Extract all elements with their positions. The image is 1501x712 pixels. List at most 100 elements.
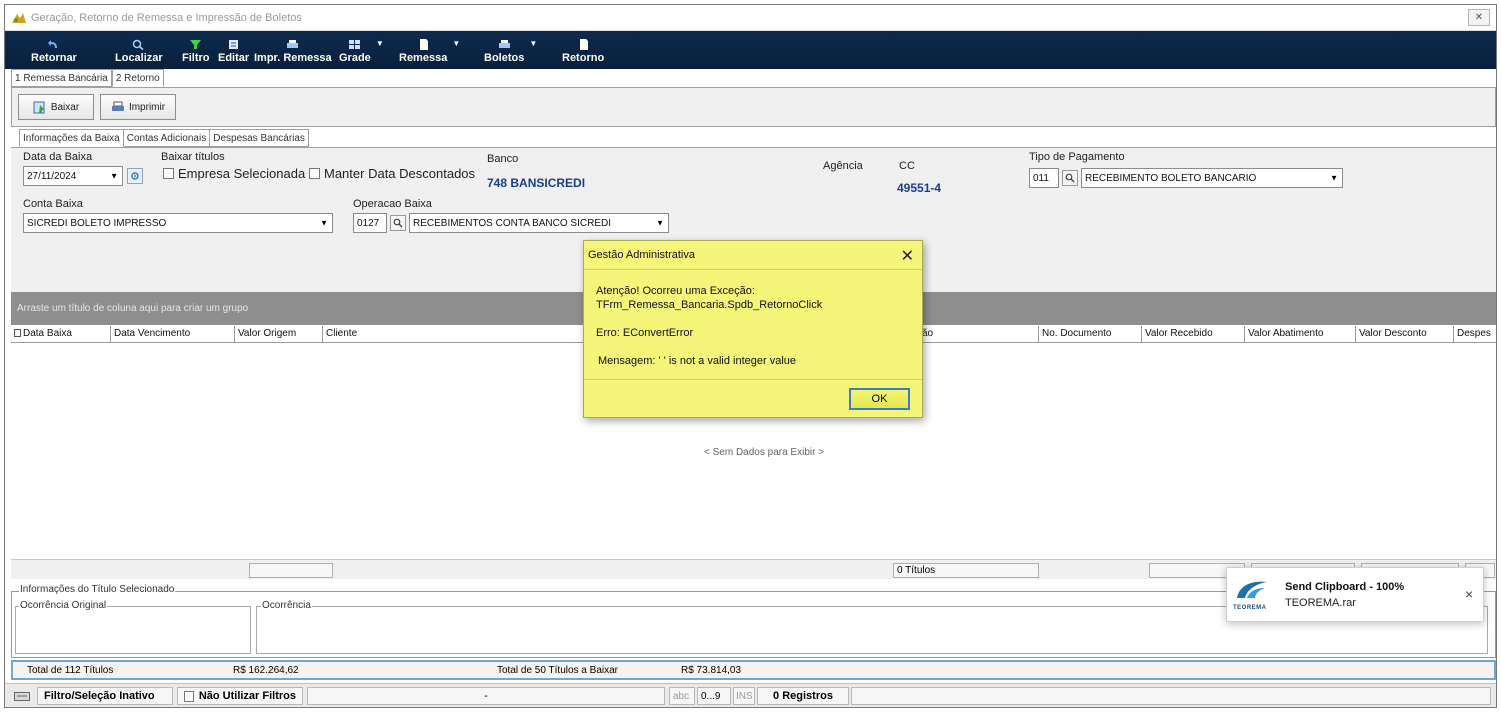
toast-title: Send Clipboard - 100% [1285, 581, 1405, 593]
registros-count: 0 Registros [757, 687, 849, 705]
document-icon [419, 39, 428, 50]
ocorrencia-original-box[interactable] [15, 606, 251, 654]
toast-close-button[interactable]: × [1465, 586, 1473, 602]
titulo-info-title: Informações do Título Selecionado [19, 584, 176, 595]
column-no-documento[interactable]: No. Documento [1039, 326, 1142, 343]
nao-utilizar-filtros-checkbox[interactable] [184, 690, 194, 702]
window-close-button[interactable]: ✕ [1468, 9, 1490, 26]
column-valor-abatimento[interactable]: Valor Abatimento [1245, 326, 1356, 343]
conta-baixa-label: Conta Baixa [23, 198, 83, 210]
ins-indicator: INS [733, 687, 755, 705]
search-icon [393, 218, 403, 228]
tab-remessa-bancaria[interactable]: 1 Remessa Bancária [11, 69, 112, 87]
printer-icon [498, 40, 510, 48]
ok-button[interactable]: OK [849, 388, 910, 410]
operacao-code-field[interactable]: 0127 [353, 213, 387, 233]
grade-dropdown-arrow-icon[interactable]: ▼ [376, 39, 384, 48]
chevron-down-icon[interactable]: ▼ [1330, 174, 1338, 183]
tab-informacoes-baixa[interactable]: Informações da Baixa [19, 129, 124, 147]
return-arrow-icon [48, 40, 58, 48]
search-icon [1065, 173, 1075, 183]
clipboard-notification[interactable]: TEOREMA Send Clipboard - 100% TEOREMA.ra… [1226, 567, 1484, 622]
main-tabs: 1 Remessa Bancária 2 Retorno [11, 69, 164, 88]
operacao-baixa-label: Operacao Baixa [353, 198, 432, 210]
divider [584, 379, 922, 380]
empresa-selecionada-checkbox[interactable] [163, 168, 174, 179]
status-info: - [307, 687, 665, 705]
dialog-close-button[interactable]: ✕ [901, 246, 914, 266]
teorema-logo-text: TEOREMA [1233, 605, 1267, 611]
baixar-button[interactable]: Baixar [18, 94, 94, 120]
column-chooser-icon[interactable] [14, 329, 21, 338]
divider [584, 269, 922, 270]
imprimir-button[interactable]: Imprimir [100, 94, 176, 120]
totals-bar: Total de 112 Títulos R$ 162.264,62 Total… [11, 660, 1496, 680]
total-titulos-value: R$ 162.264,62 [233, 665, 299, 676]
operacao-search-button[interactable] [390, 215, 406, 231]
banco-label: Banco [487, 153, 519, 165]
app-icon [12, 12, 26, 23]
toolbar-retorno-button[interactable]: Retorno [562, 33, 604, 67]
manter-data-checkbox[interactable] [309, 168, 320, 179]
printer-icon [111, 101, 124, 111]
keyboard-icon [11, 689, 33, 704]
teorema-logo-icon [1237, 581, 1267, 598]
digits-indicator: 0...9 [697, 687, 731, 705]
total-baixar-value: R$ 73.814,03 [681, 665, 742, 676]
data-baixa-label: Data da Baixa [23, 151, 93, 163]
manter-data-option[interactable]: Manter Data Descontados [309, 166, 475, 181]
tipo-pagamento-label: Tipo de Pagamento [1029, 151, 1125, 163]
sub-tabs: Informações da Baixa Contas Adicionais D… [19, 129, 309, 148]
nao-utilizar-filtros-option[interactable]: Não Utilizar Filtros [177, 687, 303, 705]
search-icon [133, 39, 144, 50]
footer-count: 0 Títulos [893, 563, 1039, 578]
column-data-vencimento[interactable]: Data Vencimento [111, 326, 235, 343]
toolbar-grade-button[interactable]: Grade ▼ [339, 33, 384, 67]
tipo-pagamento-code-field[interactable]: 011 [1029, 168, 1059, 188]
boletos-dropdown-arrow-icon[interactable]: ▼ [529, 39, 537, 48]
toolbar-impr-remessa-button[interactable]: Impr. Remessa [254, 33, 332, 67]
actions-panel: Baixar Imprimir [11, 87, 1496, 127]
toolbar-remessa-button[interactable]: Remessa ▼ [399, 33, 460, 67]
dialog-message-line2: TFrm_Remessa_Bancaria.Spdb_RetornoClick [596, 299, 823, 311]
tab-retorno[interactable]: 2 Retorno [111, 69, 164, 87]
toolbar-boletos-button[interactable]: Boletos ▼ [484, 33, 537, 67]
banco-value: 748 BANSICREDI [487, 176, 586, 190]
download-doc-icon [33, 101, 45, 113]
tipo-pagamento-search-button[interactable] [1062, 170, 1078, 186]
tab-despesas-bancarias[interactable]: Despesas Bancárias [210, 129, 309, 147]
toolbar-retornar-button[interactable]: Retornar [31, 33, 77, 67]
chevron-down-icon[interactable]: ▼ [320, 219, 328, 228]
dialog-title: Gestão Administrativa [588, 249, 695, 261]
empty-grid-message: < Sem Dados para Exibir > [704, 447, 825, 458]
chevron-down-icon[interactable]: ▼ [110, 172, 118, 181]
column-valor-recebido[interactable]: Valor Recebido [1142, 326, 1245, 343]
chevron-down-icon[interactable]: ▼ [656, 219, 664, 228]
tipo-pagamento-select[interactable]: RECEBIMENTO BOLETO BANCARIO ▼ [1081, 168, 1343, 188]
title-bar: Geração, Retorno de Remessa e Impressão … [5, 5, 1496, 31]
toolbar-localizar-button[interactable]: Localizar [115, 33, 163, 67]
printer-icon [287, 40, 299, 48]
filtro-status[interactable]: Filtro/Seleção Inativo [37, 687, 173, 705]
grid-icon [349, 40, 361, 49]
tab-contas-adicionais[interactable]: Contas Adicionais [123, 129, 211, 147]
document-icon [579, 39, 588, 50]
remessa-dropdown-arrow-icon[interactable]: ▼ [452, 39, 460, 48]
operacao-baixa-select[interactable]: RECEBIMENTOS CONTA BANCO SICREDI ▼ [409, 213, 669, 233]
agencia-label: Agência [823, 160, 863, 172]
column-despesas[interactable]: Despes [1454, 326, 1496, 343]
conta-baixa-select[interactable]: SICREDI BOLETO IMPRESSO ▼ [23, 213, 333, 233]
column-valor-desconto[interactable]: Valor Desconto [1356, 326, 1454, 343]
column-valor-origem[interactable]: Valor Origem [235, 326, 323, 343]
total-baixar-label: Total de 50 Títulos a Baixar [497, 665, 618, 676]
ocorrencia-original-label: Ocorrência Original [19, 600, 108, 611]
toast-filename: TEOREMA.rar [1285, 597, 1356, 609]
toolbar-editar-button[interactable]: Editar [218, 33, 249, 67]
toolbar-filtro-button[interactable]: Filtro [182, 33, 210, 67]
column-hidden-partial[interactable]: ão [919, 326, 1039, 343]
empresa-selecionada-option[interactable]: Empresa Selecionada [163, 166, 305, 181]
column-data-baixa[interactable]: Data Baixa [11, 326, 111, 343]
baixar-titulos-label: Baixar títulos [161, 151, 225, 163]
data-baixa-field[interactable]: 27/11/2024 ▼ [23, 166, 123, 186]
calendar-settings-button[interactable] [127, 168, 143, 184]
